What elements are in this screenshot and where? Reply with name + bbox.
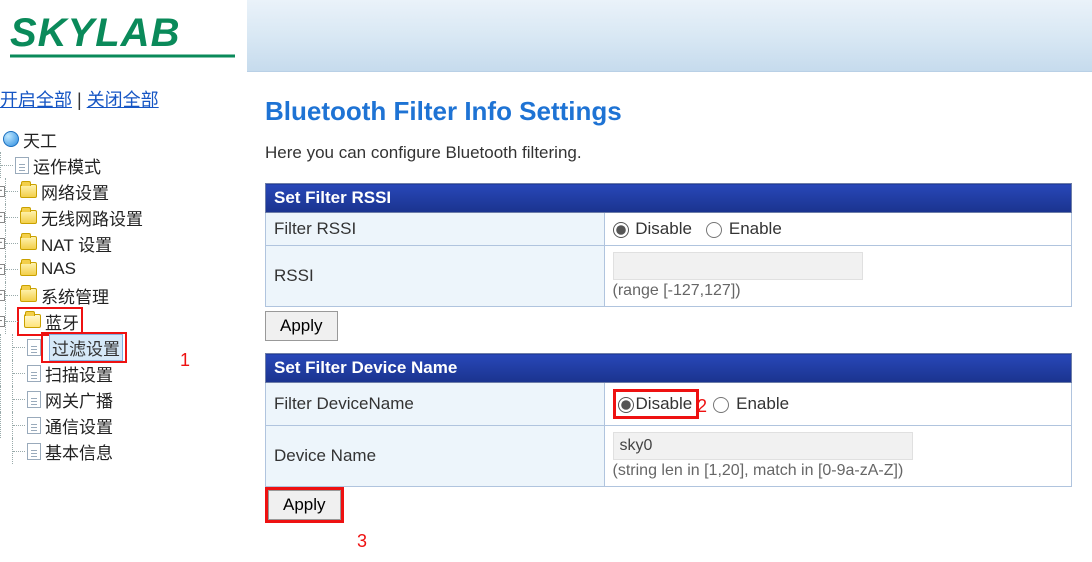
devname-input[interactable] — [613, 432, 913, 460]
page-icon — [27, 365, 41, 382]
header: SKYLAB — [0, 0, 1092, 72]
radio-rssi-disable[interactable]: Disable — [613, 219, 692, 238]
nav-gw-broadcast[interactable]: 网关广播 — [0, 386, 247, 412]
nav-wlan-settings[interactable]: + 无线网路设置 — [0, 204, 247, 230]
page-title: Bluetooth Filter Info Settings — [265, 96, 1072, 127]
content: Bluetooth Filter Info Settings Here you … — [247, 72, 1092, 562]
label-filter-rssi: Filter RSSI — [266, 213, 605, 246]
open-all-link[interactable]: 开启全部 — [0, 90, 72, 110]
radio-rssi-enable[interactable]: Enable — [706, 219, 782, 238]
label-devname: Device Name — [266, 426, 605, 487]
rssi-hint: (range [-127,127]) — [613, 282, 741, 299]
folder-open-icon — [24, 314, 41, 328]
nav-comm-settings[interactable]: 通信设置 — [0, 412, 247, 438]
nav-nas[interactable]: + NAS — [0, 256, 247, 282]
folder-icon — [20, 210, 37, 224]
nav-sys-mgmt[interactable]: + 系统管理 — [0, 282, 247, 308]
svg-text:SKYLAB: SKYLAB — [10, 11, 180, 55]
section-rssi-header: Set Filter RSSI — [266, 184, 1072, 213]
annotation-3: 3 — [357, 531, 367, 552]
annotation-1: 1 — [180, 350, 190, 371]
page-icon — [27, 417, 41, 434]
devname-table: Set Filter Device Name Filter DeviceName… — [265, 353, 1072, 487]
annotation-2: 2 — [697, 396, 707, 417]
devname-hint: (string len in [1,20], match in [0-9a-zA… — [613, 462, 904, 479]
nav-root[interactable]: 天工 — [0, 126, 247, 152]
rssi-input[interactable] — [613, 252, 863, 280]
folder-icon — [20, 236, 37, 250]
rssi-table: Set Filter RSSI Filter RSSI Disable Enab… — [265, 183, 1072, 307]
page-icon — [15, 157, 29, 174]
separator: | — [72, 90, 87, 110]
globe-icon — [3, 131, 19, 147]
nav-op-mode[interactable]: 运作模式 — [0, 152, 247, 178]
label-rssi: RSSI — [266, 246, 605, 307]
apply-rssi-button[interactable]: Apply — [265, 311, 338, 341]
sidebar-top-links: 开启全部 | 关闭全部 — [0, 86, 247, 126]
close-all-link[interactable]: 关闭全部 — [87, 90, 159, 110]
nav-bluetooth[interactable]: − 蓝牙 — [0, 308, 247, 334]
folder-icon — [20, 262, 37, 276]
radio-devname-enable[interactable]: Enable — [713, 394, 789, 413]
page-intro: Here you can configure Bluetooth filteri… — [265, 143, 1072, 163]
nav-tree: 天工 运作模式 + 网络设置 + 无线网路设置 + — [0, 126, 247, 464]
label-filter-devname: Filter DeviceName — [266, 383, 605, 426]
section-devname-header: Set Filter Device Name — [266, 354, 1072, 383]
page-icon — [27, 339, 41, 356]
radio-devname-disable[interactable]: Disable — [618, 394, 693, 413]
nav-filter-settings[interactable]: 过滤设置 — [0, 334, 247, 360]
page-icon — [27, 443, 41, 460]
folder-icon — [20, 288, 37, 302]
apply-devname-button[interactable]: Apply — [268, 490, 341, 520]
sidebar: 开启全部 | 关闭全部 天工 运作模式 + 网络设置 + — [0, 72, 247, 562]
nav-basic-info[interactable]: 基本信息 — [0, 438, 247, 464]
nav-net-settings[interactable]: + 网络设置 — [0, 178, 247, 204]
logo: SKYLAB — [0, 0, 247, 72]
nav-scan-settings[interactable]: 扫描设置 — [0, 360, 247, 386]
banner — [247, 0, 1092, 72]
nav-nat-settings[interactable]: + NAT 设置 — [0, 230, 247, 256]
folder-icon — [20, 184, 37, 198]
page-icon — [27, 391, 41, 408]
